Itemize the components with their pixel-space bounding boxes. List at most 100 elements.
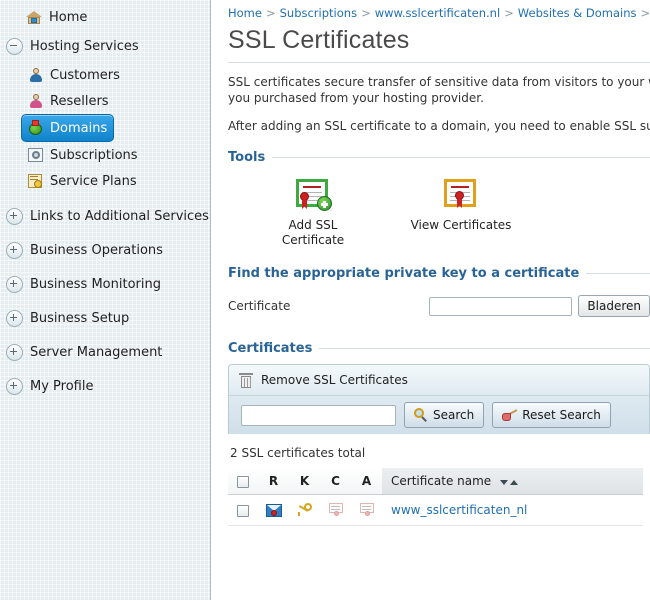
row-checkbox[interactable] — [237, 504, 249, 517]
tool-label-line2: Certificate — [281, 233, 345, 247]
service-plans-icon — [28, 173, 44, 189]
breadcrumb-item-subscriptions[interactable]: Subscriptions — [280, 6, 357, 20]
main-content: Home > Subscriptions > www.sslcertificaten.n… — [211, 0, 650, 600]
breadcrumb-item-home[interactable]: Home — [228, 6, 262, 20]
sidebar-item-resellers[interactable]: Resellers — [22, 88, 210, 114]
breadcrumb: Home > Subscriptions > www.sslcertificaten.n… — [228, 6, 650, 22]
private-key-section-header: Find the appropriate private key to a ce… — [228, 266, 650, 281]
sidebar-group-business-monitoring[interactable]: Business Monitoring — [0, 268, 210, 300]
section-divider — [319, 348, 650, 349]
expand-plus-icon[interactable] — [6, 309, 23, 327]
breadcrumb-item-websites-and-domains[interactable]: Websites & Domains — [518, 6, 637, 20]
sidebar-group-label: Business Monitoring — [30, 276, 161, 292]
column-header-c[interactable]: C — [320, 468, 351, 495]
broom-icon — [502, 408, 518, 422]
expand-plus-icon[interactable] — [6, 275, 23, 293]
sidebar-group-my-profile[interactable]: My Profile — [0, 370, 210, 402]
resellers-icon — [28, 93, 44, 109]
sidebar-item-label: Domains — [50, 120, 108, 136]
sidebar-group-label: Links to Additional Services — [30, 208, 209, 224]
breadcrumb-separator-trailing: > — [640, 6, 650, 20]
section-divider — [272, 157, 650, 158]
certificate-file-row: Certificate Bladeren — [228, 295, 650, 317]
page-description-line-3: After adding an SSL certificate to a dom… — [228, 119, 650, 133]
sidebar-group-business-setup[interactable]: Business Setup — [0, 302, 210, 334]
breadcrumb-item-domain[interactable]: www.sslcertificaten.nl — [375, 6, 500, 20]
sidebar-group-links-to-additional-services[interactable]: Links to Additional Services — [0, 200, 210, 232]
sidebar-item-subscriptions[interactable]: Subscriptions — [22, 142, 210, 168]
expand-plus-icon[interactable] — [6, 241, 23, 259]
sort-controls — [500, 474, 519, 488]
tools-section-header: Tools — [228, 150, 650, 165]
column-header-k[interactable]: K — [289, 468, 320, 495]
browse-button[interactable]: Bladeren — [578, 295, 650, 317]
sidebar-item-label: Service Plans — [50, 173, 137, 189]
certificates-total: 2 SSL certificates total — [230, 446, 366, 460]
breadcrumb-separator: > — [504, 6, 514, 20]
column-header-r[interactable]: R — [258, 468, 289, 495]
row-name-cell: www_sslcertificaten_nl — [382, 494, 643, 526]
column-header-a[interactable]: A — [351, 468, 382, 495]
remove-ssl-certificates-label: Remove SSL Certificates — [261, 373, 408, 387]
home-icon — [26, 9, 42, 25]
magnifier-icon — [414, 408, 428, 422]
search-button[interactable]: Search — [404, 402, 485, 428]
breadcrumb-separator: > — [265, 6, 276, 20]
domains-icon — [28, 120, 44, 136]
page-description-line-2: you purchased from your hosting provider… — [228, 91, 484, 105]
sidebar-group-server-management[interactable]: Server Management — [0, 336, 210, 368]
private-key-heading: Find the appropriate private key to a ce… — [228, 266, 580, 281]
view-certificates-icon — [442, 179, 480, 213]
reset-search-button-label: Reset Search — [522, 408, 601, 422]
row-a-cell — [351, 494, 382, 526]
column-header-certificate-name[interactable]: Certificate name — [382, 468, 643, 495]
sidebar-group-label: My Profile — [30, 378, 94, 394]
sidebar-item-customers[interactable]: Customers — [22, 62, 210, 88]
sidebar: Home Hosting Services Customers Reseller… — [0, 0, 211, 600]
sidebar-item-service-plans[interactable]: Service Plans — [22, 168, 210, 194]
tool-view-certificates[interactable]: View Certificates — [406, 179, 516, 248]
select-all-checkbox[interactable] — [237, 475, 249, 488]
certificates-search-bar: Search Reset Search — [229, 396, 649, 434]
collapse-minus-icon[interactable] — [6, 37, 23, 55]
sidebar-item-label: Subscriptions — [50, 147, 138, 163]
row-r-cell — [258, 494, 289, 526]
section-divider — [586, 273, 650, 274]
tool-label-line1: Add SSL — [288, 218, 338, 232]
remove-ssl-certificates-button[interactable]: Remove SSL Certificates — [239, 372, 408, 388]
certificate-field-label: Certificate — [228, 299, 291, 313]
certificates-panel: Remove SSL Certificates Search Reset Sea… — [228, 364, 650, 434]
tools-heading: Tools — [228, 150, 266, 165]
customers-icon — [28, 67, 44, 83]
expand-plus-icon[interactable] — [6, 343, 23, 361]
trash-icon — [239, 372, 253, 388]
add-ssl-certificate-icon — [294, 179, 332, 213]
certificate-file-input[interactable] — [429, 296, 573, 316]
certificates-heading: Certificates — [228, 341, 313, 356]
expand-plus-icon[interactable] — [6, 207, 23, 225]
row-select-cell — [228, 494, 258, 526]
certificate-request-icon — [265, 504, 282, 517]
ca-certificate-icon — [359, 503, 375, 517]
certificate-name-link[interactable]: www_sslcertificaten_nl — [391, 503, 527, 517]
expand-plus-icon[interactable] — [6, 377, 23, 395]
table-header-row: R K C A Certificate name — [228, 468, 643, 495]
table-row: www_sslcertificaten_nl — [228, 494, 643, 526]
sidebar-item-label: Home — [49, 9, 88, 25]
sidebar-item-label: Customers — [50, 67, 120, 83]
tool-add-ssl-certificate[interactable]: Add SSL Certificate — [258, 179, 368, 248]
row-k-cell — [289, 494, 320, 526]
search-input[interactable] — [241, 404, 396, 426]
sidebar-group-hosting-services[interactable]: Hosting Services — [0, 30, 210, 62]
reset-search-button[interactable]: Reset Search — [492, 402, 611, 428]
page-description-line-1: SSL certificates secure transfer of sens… — [228, 75, 650, 89]
sidebar-group-business-operations[interactable]: Business Operations — [0, 234, 210, 266]
sidebar-group-label: Business Operations — [30, 242, 163, 258]
chevron-up-icon[interactable] — [510, 480, 519, 486]
certificates-section-header: Certificates — [228, 341, 650, 356]
chevron-down-icon[interactable] — [500, 480, 509, 486]
sidebar-item-home[interactable]: Home — [0, 4, 210, 30]
sidebar-group-label: Business Setup — [30, 310, 130, 326]
sidebar-group-label: Hosting Services — [30, 38, 139, 54]
sidebar-item-domains[interactable]: Domains — [21, 114, 115, 142]
